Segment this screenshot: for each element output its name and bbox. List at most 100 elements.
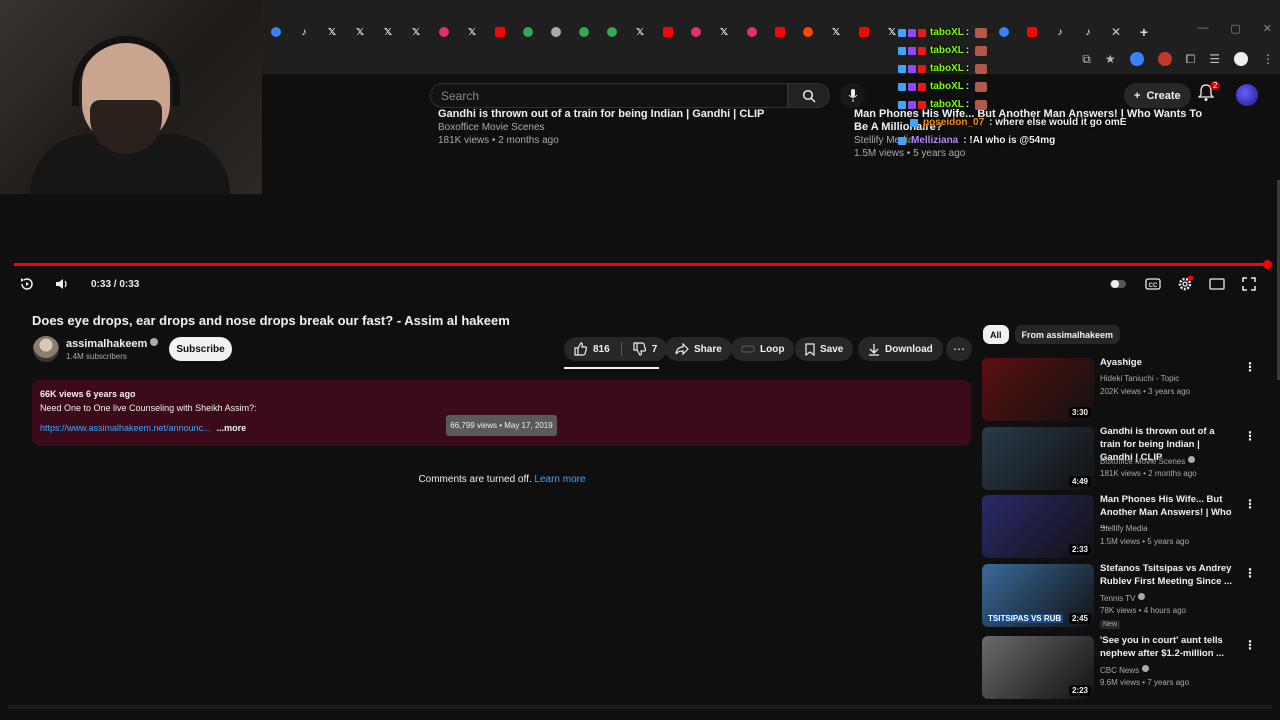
replay-icon bbox=[21, 278, 33, 290]
account-avatar[interactable] bbox=[1236, 84, 1258, 106]
browser-tab[interactable]: 𝕏 bbox=[458, 24, 486, 40]
more-options-icon[interactable]: ⋮ bbox=[1244, 360, 1256, 374]
search-button[interactable] bbox=[788, 83, 830, 108]
create-button[interactable]: + Create bbox=[1124, 83, 1191, 108]
chat-message: taboXL : bbox=[898, 24, 1126, 42]
settings-button[interactable] bbox=[1176, 276, 1194, 292]
channel-name[interactable]: assimalhakeem bbox=[66, 338, 147, 350]
new-tab-icon[interactable]: + bbox=[1130, 24, 1158, 40]
more-options-icon[interactable]: ⋮ bbox=[1244, 566, 1256, 580]
browser-tab[interactable] bbox=[794, 24, 822, 40]
video-thumbnail[interactable]: 4:49 bbox=[982, 427, 1094, 490]
extension-icon[interactable] bbox=[1157, 52, 1172, 66]
chat-username: taboXL bbox=[930, 81, 964, 92]
close-window-icon[interactable]: ✕ bbox=[1263, 22, 1272, 35]
recommended-video[interactable]: TSITSIPAS VS RUB 2:45 Stefanos Tsitsipas v… bbox=[982, 563, 1272, 629]
browser-tab[interactable] bbox=[654, 24, 682, 40]
progress-scrubber[interactable] bbox=[1263, 260, 1272, 269]
chat-emote-icon bbox=[975, 82, 988, 92]
browser-tab[interactable] bbox=[766, 24, 794, 40]
chat-message: taboXL : bbox=[898, 42, 1126, 60]
minimize-icon[interactable]: — bbox=[1197, 22, 1208, 35]
end-screen-card-left[interactable]: Gandhi is thrown out of a train for bein… bbox=[438, 108, 764, 147]
chat-message: taboXL : bbox=[898, 78, 1126, 96]
profile-icon[interactable] bbox=[1234, 52, 1248, 66]
dislike-button[interactable]: 7 bbox=[633, 342, 657, 356]
description-link[interactable]: https://www.assimalhakeem.net/announc... bbox=[40, 423, 211, 433]
extensions-puzzle-icon[interactable]: ⧠ bbox=[1186, 52, 1196, 67]
more-options-icon[interactable]: ⋮ bbox=[1244, 497, 1256, 511]
video-thumbnail[interactable]: 2:23 bbox=[982, 636, 1094, 699]
sidebar-icon[interactable]: ☰ bbox=[1209, 52, 1220, 67]
chip-all[interactable]: All bbox=[983, 325, 1009, 344]
browser-tab[interactable] bbox=[738, 24, 766, 40]
video-thumbnail[interactable]: 2:33 bbox=[982, 495, 1094, 558]
duration-badge: 3:30 bbox=[1068, 407, 1091, 418]
volume-icon bbox=[56, 279, 67, 289]
browser-tab[interactable]: 𝕏 bbox=[822, 24, 850, 40]
autoplay-toggle[interactable] bbox=[1109, 276, 1127, 292]
channel-name-row[interactable]: assimalhakeem bbox=[66, 338, 159, 350]
browser-tab[interactable] bbox=[682, 24, 710, 40]
browser-tab[interactable] bbox=[570, 24, 598, 40]
share-icon bbox=[675, 343, 689, 355]
browser-tab[interactable] bbox=[430, 24, 458, 40]
chat-badge-icon bbox=[898, 29, 906, 37]
share-button[interactable]: Share bbox=[665, 337, 732, 361]
theater-mode-button[interactable] bbox=[1208, 276, 1226, 292]
recommended-video[interactable]: 2:23 'See you in court' aunt tells nephew… bbox=[982, 635, 1272, 700]
browser-tab[interactable] bbox=[542, 24, 570, 40]
browser-tab[interactable]: 𝕏 bbox=[710, 24, 738, 40]
voice-search-button[interactable] bbox=[840, 83, 865, 108]
learn-more-link[interactable]: Learn more bbox=[534, 474, 585, 485]
notifications-button[interactable]: 2 bbox=[1197, 81, 1221, 106]
subscribe-button[interactable]: Subscribe bbox=[169, 337, 232, 361]
download-button[interactable]: Download bbox=[858, 337, 943, 361]
video-thumbnail[interactable]: TSITSIPAS VS RUB 2:45 bbox=[982, 564, 1094, 627]
recommended-video[interactable]: 3:30 Ayashige Hideki Taniuchi - Topic 202K … bbox=[982, 357, 1272, 422]
like-button[interactable]: 816 bbox=[574, 342, 610, 356]
search-input[interactable]: Search bbox=[430, 83, 788, 108]
browser-menu-icon[interactable]: ⋮ bbox=[1262, 52, 1274, 67]
progress-bar[interactable] bbox=[14, 260, 1272, 269]
restore-icon[interactable]: ▢ bbox=[1230, 22, 1240, 35]
description-box[interactable]: 66K views 6 years ago Need One to One li… bbox=[32, 380, 971, 446]
reddit-icon bbox=[803, 27, 813, 37]
browser-tab[interactable] bbox=[262, 24, 290, 40]
duration-badge: 4:49 bbox=[1068, 476, 1091, 487]
save-button[interactable]: Save bbox=[795, 337, 854, 361]
loop-button[interactable]: Loop bbox=[731, 337, 795, 361]
chat-username: taboXL bbox=[930, 45, 964, 56]
chat-emote-icon bbox=[975, 64, 988, 74]
channel-name: Boxoffice Movie Scenes bbox=[1100, 457, 1186, 466]
recommended-video[interactable]: 2:33 Man Phones His Wife... But Another M… bbox=[982, 494, 1272, 559]
browser-tab[interactable] bbox=[850, 24, 878, 40]
fullscreen-button[interactable] bbox=[1240, 276, 1258, 292]
recommended-channel: Stellify Media bbox=[1100, 524, 1148, 533]
browser-tab[interactable] bbox=[486, 24, 514, 40]
more-actions-button[interactable]: ⋯ bbox=[946, 337, 972, 361]
browser-tab[interactable] bbox=[598, 24, 626, 40]
volume-button[interactable] bbox=[53, 276, 71, 292]
browser-tab[interactable]: 𝕏 bbox=[374, 24, 402, 40]
verified-icon bbox=[1188, 456, 1196, 463]
browser-tab[interactable]: 𝕏 bbox=[318, 24, 346, 40]
captions-button[interactable]: CC bbox=[1144, 276, 1162, 292]
replay-button[interactable] bbox=[18, 276, 36, 292]
more-options-icon[interactable]: ⋮ bbox=[1244, 638, 1256, 652]
browser-tab[interactable] bbox=[514, 24, 542, 40]
chip-from-channel[interactable]: From assimalhakeem bbox=[1014, 325, 1121, 344]
globe-icon bbox=[551, 27, 561, 37]
extension-icon[interactable] bbox=[1129, 52, 1144, 66]
channel-avatar[interactable] bbox=[33, 336, 59, 362]
browser-tab[interactable]: 𝕏 bbox=[626, 24, 654, 40]
browser-tab[interactable]: 𝕏 bbox=[402, 24, 430, 40]
youtube-icon bbox=[495, 27, 505, 37]
horizontal-scrollbar[interactable] bbox=[8, 705, 1272, 709]
video-thumbnail[interactable]: 3:30 bbox=[982, 358, 1094, 421]
browser-tab[interactable]: 𝕏 bbox=[346, 24, 374, 40]
description-more[interactable]: ...more bbox=[217, 423, 247, 433]
more-options-icon[interactable]: ⋮ bbox=[1244, 429, 1256, 443]
recommended-video[interactable]: 4:49 Gandhi is thrown out of a train for … bbox=[982, 426, 1272, 491]
browser-tab[interactable]: ♪ bbox=[290, 24, 318, 40]
